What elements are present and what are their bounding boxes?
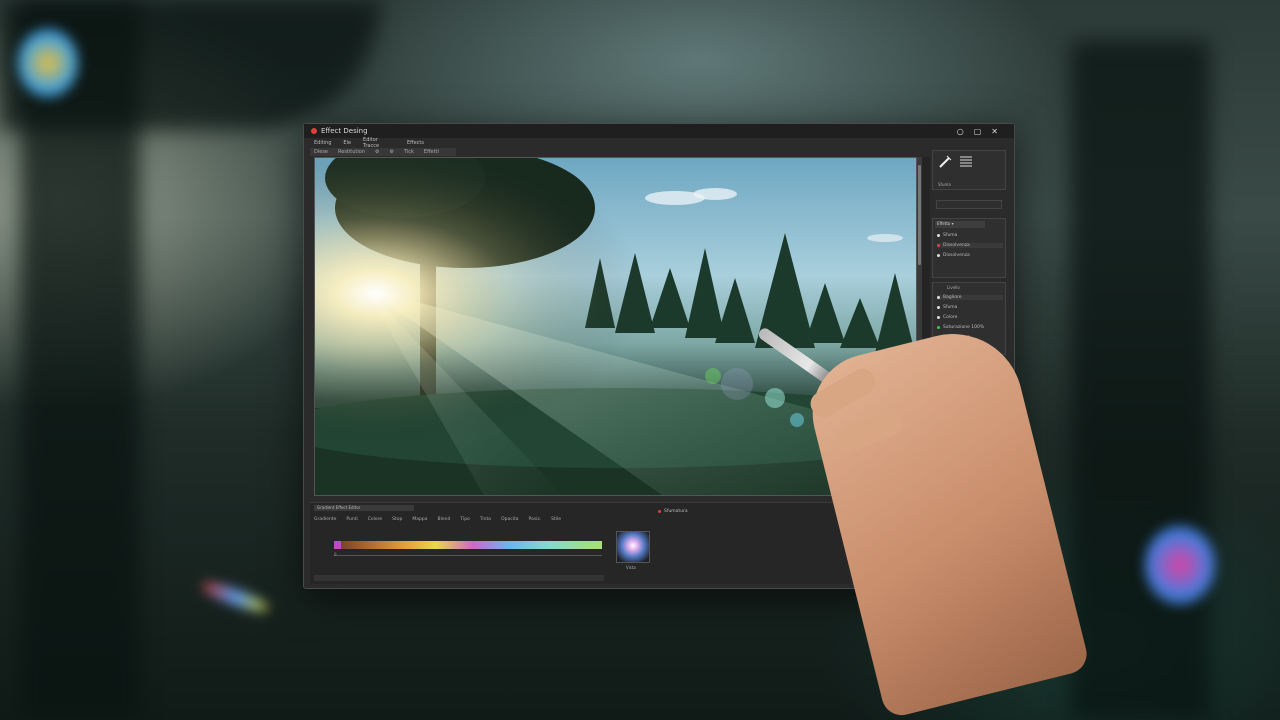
bullet-icon xyxy=(937,316,940,319)
menu-effects[interactable]: Effects xyxy=(407,140,424,146)
list-item[interactable]: Sfuma xyxy=(937,233,957,238)
bullet-icon xyxy=(937,244,940,247)
lens-flare xyxy=(199,578,271,616)
list-item[interactable]: Sfuma xyxy=(937,305,957,310)
window-controls: ○ ▢ ✕ xyxy=(957,127,998,136)
item-label: Sfuma xyxy=(943,305,958,310)
tool-restitution[interactable]: Restitution xyxy=(338,149,365,155)
title-bar: Effect Desing ○ ▢ ✕ xyxy=(304,124,1014,138)
section-header: Livello xyxy=(947,285,960,290)
editor-tabs: Gradiente Punti Colore Stop Mappa Blend … xyxy=(314,517,561,522)
effect-section: Effetto ▾ Sfuma Dissolvenza Dissolvenza xyxy=(932,218,1006,278)
tab-posiz[interactable]: Posiz. xyxy=(528,517,541,522)
tool-effetti[interactable]: Effetti xyxy=(424,149,439,155)
item-label: Sfuma xyxy=(943,233,958,238)
app-logo-icon xyxy=(311,128,317,134)
gear-icon[interactable]: ⚙ xyxy=(389,149,393,155)
gear-icon[interactable]: ⚙ xyxy=(375,149,379,155)
tab-colore[interactable]: Colore xyxy=(368,517,382,522)
close-icon[interactable]: ✕ xyxy=(991,127,998,136)
right-panel: Sfuma Effetto ▾ Sfuma Dissolvenza Dissol… xyxy=(932,140,1008,355)
list-item[interactable]: Colore xyxy=(937,315,957,320)
list-item[interactable]: Dissolvenza xyxy=(937,243,1003,248)
bullet-icon xyxy=(937,254,940,257)
menu-ele[interactable]: Ele xyxy=(343,140,351,146)
lens-flare xyxy=(18,28,78,98)
panel-header: Gradient Effect Editor xyxy=(314,505,414,511)
tab-gradiente[interactable]: Gradiente xyxy=(314,517,336,522)
tool-preset-box: Sfuma xyxy=(932,150,1006,190)
bullet-icon xyxy=(937,326,940,329)
menu-editing[interactable]: Editing xyxy=(314,140,331,146)
tab-stile[interactable]: Stile xyxy=(551,517,561,522)
gradient-start-label: 0 xyxy=(334,552,337,557)
scroll-thumb[interactable] xyxy=(918,165,921,265)
gradient-bar[interactable] xyxy=(334,541,602,549)
tab-stop[interactable]: Stop xyxy=(392,517,402,522)
item-label: Colore xyxy=(943,315,958,320)
maximize-icon[interactable]: ▢ xyxy=(974,127,982,136)
bullet-icon xyxy=(937,296,940,299)
menu-bar: Editing Ele Editor Tracce Effects xyxy=(304,137,424,149)
toolbar: Diese Restitution ⚙ ⚙ Tick Effetti xyxy=(310,148,456,156)
tab-opacita[interactable]: Opacita xyxy=(501,517,518,522)
list-item[interactable]: Saturazione 100% xyxy=(937,325,984,330)
item-label: Saturazione 100% xyxy=(943,325,985,330)
effect-label: Sfumatura xyxy=(664,509,688,514)
magic-wand-icon[interactable] xyxy=(938,155,952,169)
item-label: Dissolvenza xyxy=(943,243,970,248)
editor-scrollbar[interactable] xyxy=(314,575,604,581)
tool-diese[interactable]: Diese xyxy=(314,149,328,155)
item-label: Dissolvenza xyxy=(943,253,970,258)
tool-option-field[interactable] xyxy=(936,200,1002,209)
preview-label: Vista xyxy=(626,565,636,570)
lens-flare xyxy=(1145,525,1215,605)
gradient-stop-track[interactable]: 0 xyxy=(334,550,602,557)
tab-tinta[interactable]: Tinta xyxy=(480,517,491,522)
list-item[interactable]: Dissolvenza xyxy=(937,253,970,258)
tab-blend[interactable]: Blend xyxy=(438,517,451,522)
tab-mappa[interactable]: Mappa xyxy=(412,517,427,522)
background-tree xyxy=(1070,40,1210,720)
list-item[interactable]: Bagliore xyxy=(937,295,1003,300)
effect-dropdown[interactable]: Effetto ▾ xyxy=(935,221,985,228)
app-title: Effect Desing xyxy=(321,127,368,135)
list-icon[interactable] xyxy=(959,155,973,169)
minimize-icon[interactable]: ○ xyxy=(957,127,964,136)
tool-tick[interactable]: Tick xyxy=(404,149,414,155)
tool-label: Sfuma xyxy=(938,182,951,187)
gradient-preview[interactable] xyxy=(616,531,650,563)
bullet-icon xyxy=(937,306,940,309)
tab-punti[interactable]: Punti xyxy=(346,517,357,522)
bullet-icon xyxy=(937,234,940,237)
gradient-start-stop[interactable] xyxy=(334,541,341,549)
tab-tipo[interactable]: Tipo xyxy=(460,517,469,522)
effect-label-row: Sfumatura xyxy=(658,509,688,514)
record-icon xyxy=(658,510,661,513)
item-label: Bagliore xyxy=(943,295,962,300)
